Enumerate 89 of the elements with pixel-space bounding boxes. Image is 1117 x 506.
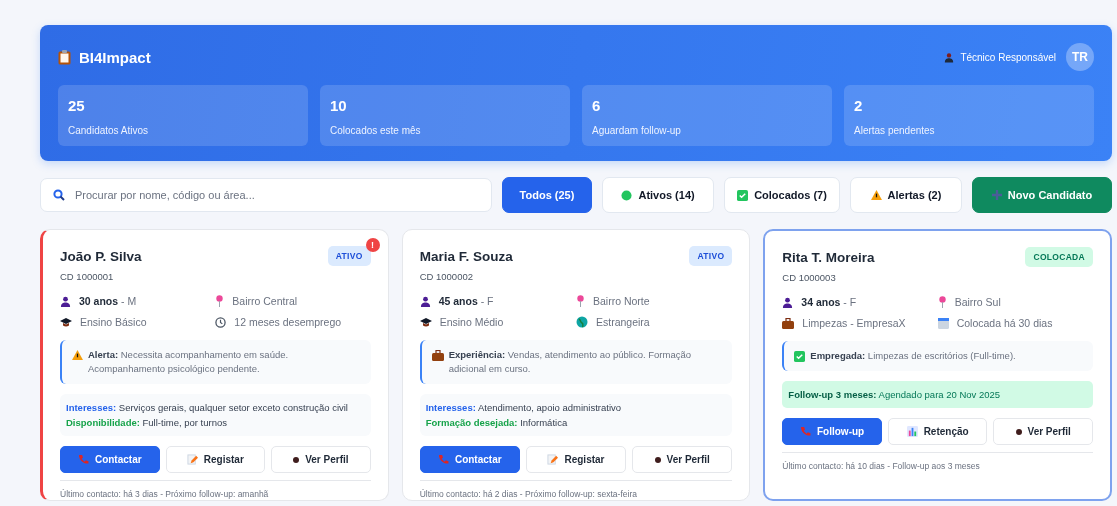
last-contact-text: Último contacto: há 10 dias - Follow-up aos 3 meses: [782, 461, 981, 471]
warning-icon: [870, 190, 882, 200]
stat-label: Colocados este mês: [330, 125, 421, 136]
info-text: Bairro Sul: [954, 296, 1001, 308]
action-button[interactable]: Ver Perfil: [632, 446, 733, 473]
pin-icon: [937, 296, 947, 308]
action-button[interactable]: Retenção: [887, 418, 988, 445]
plus-icon: [991, 190, 1002, 200]
candidate-code: CD 1000001: [60, 271, 115, 282]
search-icon: [53, 189, 65, 201]
info-text: Ensino Médio: [439, 316, 504, 328]
filter-button[interactable]: Ativos (14): [602, 177, 715, 213]
detail-text: Interesses: Atendimento, apoio administrativo: [425, 401, 623, 414]
action-button[interactable]: Registar: [525, 446, 627, 473]
person-icon: [419, 295, 431, 307]
note-text: Experiência: Vendas, atendimento ao público. Formação adicional em curso.: [448, 348, 693, 376]
checkbox-icon: [794, 351, 806, 362]
candidate-name: Rita T. Moreira: [782, 250, 875, 265]
status-badge: COLOCADA: [1025, 247, 1093, 267]
stat-label: Candidatos Ativos: [68, 125, 149, 136]
action-button[interactable]: Follow-up: [782, 418, 882, 445]
info-text: 45 anos - F: [438, 295, 494, 307]
bullet-icon: [293, 456, 300, 463]
action-button[interactable]: Contactar: [419, 446, 520, 473]
filter-button[interactable]: Todos (25): [502, 177, 592, 213]
action-button[interactable]: Ver Perfil: [271, 446, 371, 473]
follow-up-banner: Follow-up 3 meses: Agendado para 20 Nov 2025: [782, 381, 1093, 408]
person-icon: [60, 295, 71, 307]
phone-icon: [800, 426, 811, 437]
candidate-code: CD 1000003: [782, 272, 837, 283]
candidate-name: João P. Silva: [60, 249, 142, 264]
info-text: Bairro Central: [232, 295, 298, 307]
action-button[interactable]: Registar: [165, 446, 266, 473]
info-text: Bairro Norte: [593, 295, 650, 307]
info-text: Limpezas - EmpresaX: [802, 317, 906, 329]
pin-icon: [576, 295, 585, 307]
person-icon: [782, 296, 794, 308]
detail-text: Interesses: Serviços gerais, qualquer setor exceto construção civil: [66, 401, 349, 414]
app-title: BI4Impact: [79, 48, 151, 66]
bullet-icon: [654, 456, 661, 463]
last-contact-text: Último contacto: há 3 dias - Próximo follow-up: amanhã: [60, 489, 270, 499]
action-button[interactable]: Ver Perfil: [993, 418, 1093, 445]
info-text: Estrangeira: [596, 316, 650, 328]
stat-label: Aguardam follow-up: [592, 125, 681, 136]
warning-icon: [72, 350, 83, 360]
filter-button[interactable]: Colocados (7): [724, 177, 840, 213]
calendar-icon: [937, 317, 949, 329]
detail-text: Disponibilidade: Full-time, por turnos: [66, 416, 228, 429]
phone-icon: [437, 454, 449, 465]
info-text: Ensino Básico: [80, 316, 147, 328]
stat-value: 6: [592, 97, 601, 114]
bullet-icon: [1015, 428, 1022, 435]
user-icon: [944, 51, 955, 63]
candidate-code: CD 1000002: [419, 271, 474, 282]
stat-value: 25: [68, 97, 85, 114]
info-text: 34 anos - F: [801, 296, 857, 308]
action-button[interactable]: Contactar: [60, 446, 160, 473]
candidate-name: Maria F. Souza: [419, 249, 513, 264]
last-contact-text: Último contacto: há 2 dias - Próximo follow-up: sexta-feira: [419, 489, 638, 499]
phone-icon: [77, 454, 89, 465]
pencil-icon: [186, 454, 198, 465]
candidate-card[interactable]: [763, 229, 1112, 501]
detail-text: Formação desejada: Informática: [425, 416, 569, 429]
pin-icon: [215, 295, 225, 307]
graduation-cap-icon: [60, 317, 72, 327]
note-text: Empregada: Limpezas de escritórios (Full-time).: [810, 349, 1016, 363]
stat-value: 2: [854, 97, 863, 114]
dot-icon: [621, 189, 633, 201]
status-badge: ATIVO: [689, 246, 733, 266]
clock-icon: [215, 316, 227, 328]
user-role: Técnico Responsável: [960, 51, 1056, 63]
clipboard-icon: [58, 49, 71, 65]
note-text: Alerta: Necessita acompanhamento em saúde. Acompanhamento psicológico pendente.: [88, 348, 290, 376]
graduation-cap-icon: [419, 317, 432, 327]
stat-label: Alertas pendentes: [854, 125, 935, 136]
globe-icon: [576, 316, 588, 328]
info-text: Colocada há 30 dias: [956, 317, 1053, 329]
checkbox-icon: [737, 189, 749, 201]
search-field[interactable]: Procurar por nome, código ou área...: [40, 178, 492, 212]
chart-icon: [906, 426, 918, 437]
briefcase-icon: [782, 317, 795, 329]
info-text: 30 anos - M: [79, 295, 137, 307]
alert-badge: !: [365, 238, 380, 252]
stat-value: 10: [330, 97, 347, 114]
info-text: 12 meses desemprego: [234, 316, 342, 328]
briefcase-icon: [431, 350, 444, 361]
pencil-icon: [547, 454, 559, 465]
new-candidate-button[interactable]: Novo Candidato: [972, 177, 1112, 213]
filter-button[interactable]: Alertas (2): [849, 177, 962, 213]
